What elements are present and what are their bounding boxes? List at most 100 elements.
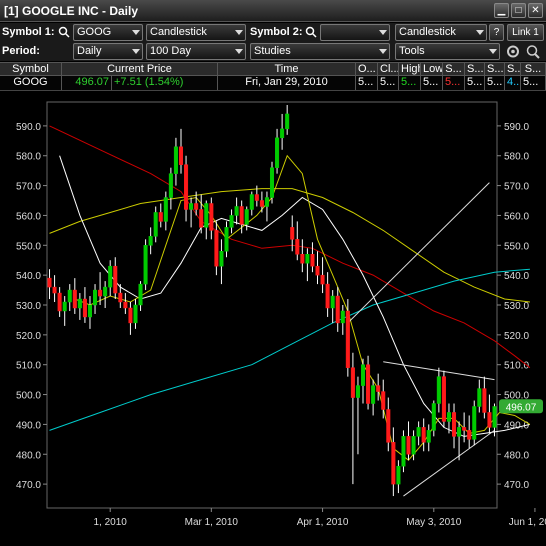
y-tick-label: 530.0 [504, 301, 529, 312]
candle-body [82, 298, 87, 318]
quote-price: 496.07 [62, 76, 112, 90]
candle-body [436, 376, 441, 404]
candle-body [350, 367, 355, 398]
candle-body [280, 128, 285, 139]
column-header[interactable]: Time [218, 63, 356, 75]
moving-average-line [59, 155, 531, 437]
search-icon[interactable] [305, 26, 317, 38]
candle-body [259, 200, 264, 207]
y-tick-label: 520.0 [504, 331, 529, 342]
candle-body [108, 265, 113, 288]
tools-select[interactable]: Tools [395, 43, 500, 60]
charttype2-select[interactable]: Candlestick [395, 24, 487, 41]
candle-body [229, 215, 234, 228]
help-button[interactable]: ? [489, 24, 504, 41]
candle-body [462, 427, 467, 431]
column-header[interactable]: S... [505, 63, 521, 75]
candle-body [93, 289, 98, 306]
candle-body [406, 436, 411, 455]
candle-body [234, 206, 239, 216]
quote-change: +7.51 (1.54%) [112, 76, 218, 90]
candle-body [305, 254, 310, 264]
candle-body [376, 385, 381, 392]
column-header[interactable]: High [399, 63, 421, 75]
window-title: [1] GOOGLE INC - Daily [4, 4, 139, 18]
candle-body [87, 304, 92, 318]
close-button[interactable]: ✕ [528, 3, 543, 18]
quote-time: Fri, Jan 29, 2010 [218, 76, 356, 90]
maximize-button[interactable]: □ [511, 3, 526, 18]
toolbar-period: Period: Daily 100 Day Studies Tools [0, 42, 546, 61]
symbol1-field[interactable]: GOOG [73, 24, 143, 41]
range-value: 100 Day [150, 45, 191, 57]
candle-body [148, 236, 153, 246]
y-tick-label: 560.0 [16, 211, 41, 222]
settings-icon[interactable] [505, 44, 521, 59]
minimize-button[interactable]: ▁ [494, 3, 509, 18]
chevron-down-icon [235, 30, 243, 35]
search-icon[interactable] [58, 26, 70, 38]
studies-select[interactable]: Studies [250, 43, 390, 60]
range-select[interactable]: 100 Day [146, 43, 246, 60]
candle-body [264, 197, 269, 207]
candle-body [295, 239, 300, 255]
column-header[interactable]: S... [521, 63, 546, 75]
column-header[interactable]: Symbol [0, 63, 62, 75]
candle-body [143, 245, 148, 285]
candle-body [204, 203, 209, 228]
candle-body [113, 265, 118, 294]
charttype1-select[interactable]: Candlestick [146, 24, 246, 41]
column-header[interactable]: S... [485, 63, 505, 75]
link-button[interactable]: Link 1 [507, 24, 544, 41]
last-price-label: 496.07 [506, 402, 537, 413]
y-tick-label: 570.0 [504, 182, 529, 193]
candle-body [340, 310, 345, 324]
candle-body [153, 212, 158, 237]
zoom-icon[interactable] [525, 44, 541, 59]
candle-body [416, 427, 421, 437]
candle-body [194, 203, 199, 210]
candle-body [360, 364, 366, 386]
candlestick-chart[interactable]: 590.0 590.0 580.0 580.0 570.0 570.0 560.0 560.0… [0, 92, 546, 546]
candle-body [178, 146, 184, 165]
candle-body [472, 406, 477, 440]
price-chart[interactable]: 590.0 590.0 580.0 580.0 570.0 570.0 560.0 560.0… [0, 92, 546, 546]
quote-cell: 5... [421, 76, 443, 90]
candle-body [118, 292, 123, 303]
candle-body [47, 277, 52, 288]
candle-body [239, 206, 244, 225]
candle-body [467, 430, 472, 440]
column-header[interactable]: Low [421, 63, 443, 75]
column-header[interactable]: O... [356, 63, 378, 75]
column-header[interactable]: S... [443, 63, 465, 75]
y-tick-label: 540.0 [16, 271, 41, 282]
candle-body [158, 212, 163, 222]
column-header[interactable]: S... [465, 63, 485, 75]
candle-body [249, 194, 254, 210]
candle-body [487, 412, 492, 428]
symbol2-field[interactable] [320, 24, 390, 41]
symbol2-label: Symbol 2: [250, 26, 303, 38]
moving-average-line [74, 154, 531, 461]
candle-body [224, 227, 229, 252]
chevron-down-icon [235, 49, 243, 54]
candle-body [62, 301, 67, 312]
period-select[interactable]: Daily [73, 43, 143, 60]
candle-body [214, 230, 219, 267]
column-header[interactable]: Cl... [378, 63, 399, 75]
candle-body [325, 283, 330, 309]
candle-body [138, 283, 143, 306]
chevron-down-icon [379, 49, 387, 54]
candle-body [355, 385, 360, 398]
candle-body [254, 194, 259, 201]
chevron-down-icon [476, 30, 484, 35]
candle-body [123, 301, 128, 309]
quote-table-row[interactable]: GOOG 496.07 +7.51 (1.54%) Fri, Jan 29, 2… [0, 76, 546, 91]
quote-cell: 4... [507, 76, 521, 90]
y-tick-label: 510.0 [504, 361, 529, 372]
x-tick-label: Jun 1, 2010 [509, 517, 546, 528]
charttype2-value: Candlestick [399, 26, 456, 38]
column-header[interactable]: Current Price [62, 63, 218, 75]
candle-body [52, 286, 57, 294]
y-tick-label: 510.0 [16, 361, 41, 372]
